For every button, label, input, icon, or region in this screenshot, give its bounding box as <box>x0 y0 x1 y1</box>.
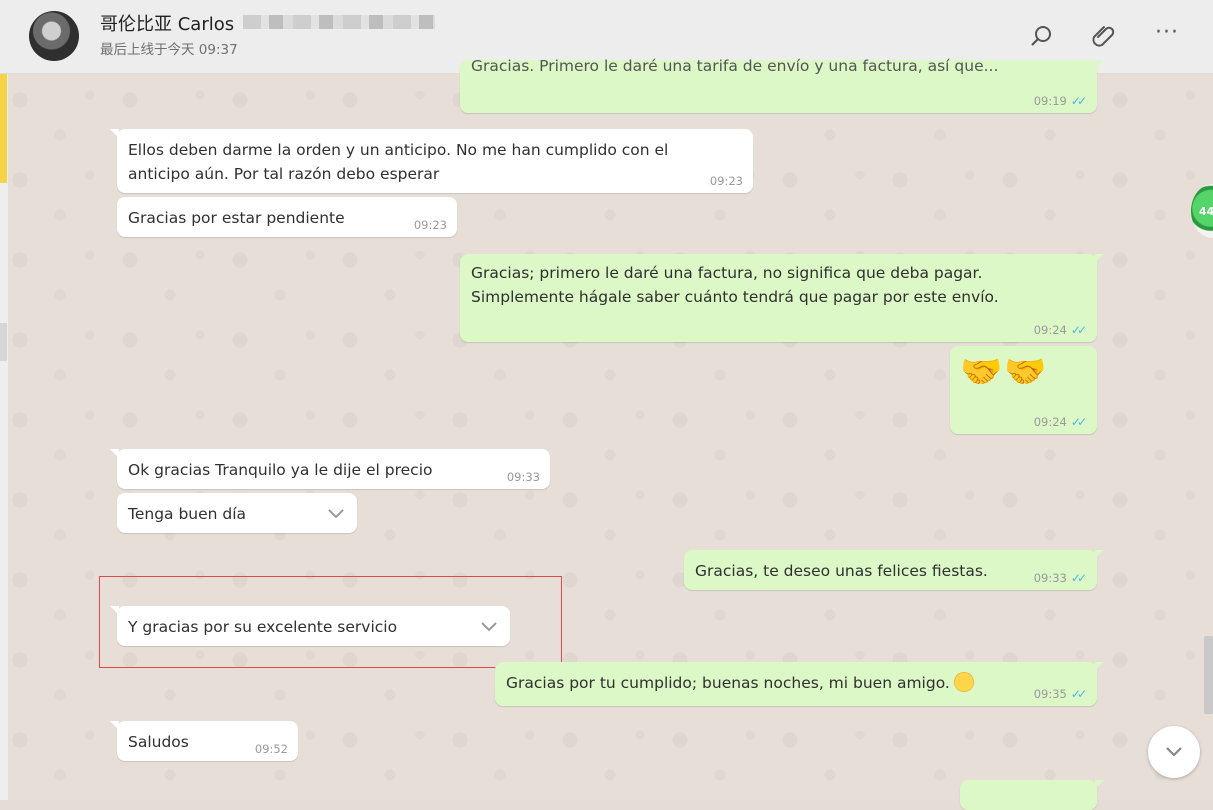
more-menu-icon[interactable]: ··· <box>1151 16 1183 48</box>
left-accent-bar <box>0 73 7 183</box>
message-time: 09:23 <box>709 174 743 188</box>
read-ticks-icon: ✓✓ <box>1070 323 1087 337</box>
message-time: 09:19 <box>1033 94 1067 108</box>
contact-name[interactable]: 哥伦比亚 Carlos <box>100 10 234 36</box>
read-ticks-icon: ✓✓ <box>1070 94 1087 108</box>
message-meta: 09:33 ✓✓ <box>1034 571 1087 585</box>
scrollbar[interactable] <box>1204 636 1213 714</box>
read-ticks-icon: ✓✓ <box>1070 687 1087 701</box>
message-out[interactable]: Gracias. Primero le daré una tarifa de e… <box>460 57 1104 113</box>
highlight-annotation <box>99 576 562 668</box>
redacted-name <box>243 15 435 29</box>
message-time: 09:52 <box>254 742 288 756</box>
message-text: Ellos deben darme la orden y un anticipo… <box>128 141 669 183</box>
message-text: Saludos <box>128 733 189 751</box>
message-out-partial[interactable] <box>960 780 1104 810</box>
message-meta: 09:35 ✓✓ <box>1034 687 1087 701</box>
left-handle[interactable] <box>0 323 7 361</box>
message-in[interactable]: Saludos 09:52 <box>110 721 298 761</box>
search-icon[interactable] <box>1026 20 1058 52</box>
scroll-down-button[interactable] <box>1148 726 1200 778</box>
message-time: 09:35 <box>1033 687 1067 701</box>
message-time: 09:24 <box>1033 415 1067 429</box>
message-time: 09:33 <box>1033 571 1067 585</box>
message-in[interactable]: Tenga buen día <box>117 493 357 533</box>
chevron-down-icon <box>1166 747 1182 757</box>
message-text: Gracias por estar pendiente <box>128 209 345 227</box>
message-in[interactable]: Ellos deben darme la orden y un anticipo… <box>110 129 753 193</box>
message-in[interactable]: Ok gracias Tranquilo ya le dije el preci… <box>110 449 550 489</box>
message-text: Ok gracias Tranquilo ya le dije el preci… <box>128 461 433 479</box>
paperclip-icon[interactable] <box>1088 20 1120 52</box>
message-text: Gracias por tu cumplido; buenas noches, … <box>506 674 950 692</box>
message-meta: 09:24 ✓✓ <box>1034 415 1087 429</box>
message-text: Gracias, te deseo unas felices fiestas. <box>695 562 988 580</box>
message-time: 09:33 <box>506 470 540 484</box>
message-out-emoji[interactable]: 🤝🤝 09:24 ✓✓ <box>950 346 1097 434</box>
message-out[interactable]: Gracias por tu cumplido; buenas noches, … <box>495 662 1104 706</box>
smile-emoji-icon <box>953 672 974 692</box>
message-text: Gracias. Primero le daré una tarifa de e… <box>471 57 999 75</box>
last-seen-status: 最后上线于今天 09:37 <box>100 42 238 58</box>
message-time: 09:24 <box>1033 323 1067 337</box>
message-meta: 09:24 ✓✓ <box>1034 323 1087 337</box>
message-out[interactable]: Gracias; primero le daré una factura, no… <box>460 254 1104 342</box>
left-panel-edge <box>0 73 8 800</box>
read-ticks-icon: ✓✓ <box>1070 415 1087 429</box>
message-in[interactable]: Gracias por estar pendiente 09:23 <box>117 197 457 237</box>
message-text: Tenga buen día <box>128 505 247 523</box>
message-text: Gracias; primero le daré una factura, no… <box>471 264 999 306</box>
handshake-emoji: 🤝🤝 <box>960 352 1049 392</box>
read-ticks-icon: ✓✓ <box>1070 571 1087 585</box>
message-meta: 09:19 ✓✓ <box>1034 94 1087 108</box>
message-text-wrap: Gracias por tu cumplido; buenas noches, … <box>506 671 974 695</box>
avatar[interactable] <box>29 11 79 61</box>
message-out[interactable]: Gracias, te deseo unas felices fiestas. … <box>684 550 1104 590</box>
message-time: 09:23 <box>413 218 447 232</box>
chevron-down-icon[interactable] <box>327 503 345 527</box>
